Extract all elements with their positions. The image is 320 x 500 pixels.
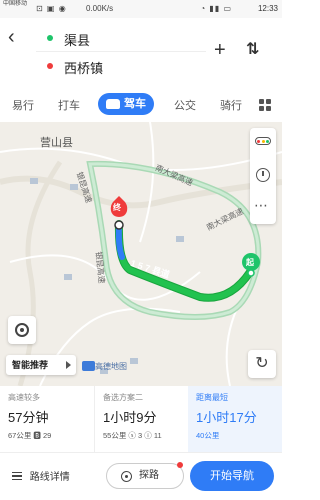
origin-field[interactable]: 渠县 [36, 24, 206, 52]
tab-drive-label: 驾车 [124, 98, 146, 110]
explore-button[interactable]: 探路 [106, 462, 184, 489]
destination-text: 西桥镇 [64, 61, 104, 76]
list-icon [12, 472, 22, 480]
clock-icon[interactable] [256, 168, 270, 182]
refresh-icon[interactable]: ↻ [248, 350, 276, 378]
signal-icons: ◔ ▮▮ ▭ [200, 4, 232, 13]
route-tag: 备选方案二 [103, 393, 143, 402]
tab-bike[interactable]: 骑行 [220, 97, 242, 113]
place-label: 营山县 [40, 137, 73, 149]
destination-dot-icon [47, 63, 53, 69]
map-canvas [0, 122, 282, 386]
end-marker: 终 [113, 203, 121, 212]
brand-logo: 高德地图 [82, 361, 127, 372]
explore-icon [121, 471, 132, 482]
swap-icon[interactable]: ⇅ [246, 42, 259, 58]
map-tools-panel: ⋯ [250, 128, 276, 224]
route-details-button[interactable]: 路线详情 [12, 468, 70, 483]
more-icon[interactable]: ⋯ [254, 198, 268, 212]
route-time: 1小时9分 [103, 410, 157, 425]
tab-drive[interactable]: 驾车 [98, 93, 154, 115]
route-option-3[interactable]: 距离最短 1小时17分 40公里 [188, 386, 282, 452]
car-icon [106, 99, 120, 109]
route-inputs: 渠县 西桥镇 [36, 24, 206, 80]
route-option-2[interactable]: 备选方案二 1小时9分 55公里 ⓢ 3 ⓘ 11 [94, 386, 188, 452]
start-navigation-button[interactable]: 开始导航 [190, 461, 274, 491]
notification-dot-icon [177, 462, 183, 468]
amap-logo-icon [82, 361, 95, 371]
bottom-bar: 路线详情 探路 开始导航 [0, 452, 282, 500]
notification-icons: ⊡ ▣ ◉ [36, 4, 67, 13]
route-header: ‹ 渠县 西桥镇 + ⇅ [0, 18, 282, 86]
route-options: 高速较多 57分钟 67公里 🅱 29 备选方案二 1小时9分 55公里 ⓢ 3… [0, 386, 282, 452]
smart-recommend-label: 智能推荐 [12, 360, 49, 370]
route-details-label: 路线详情 [29, 472, 70, 483]
play-arrow-icon [66, 361, 71, 369]
carrier-label: 中国移动 [3, 1, 28, 7]
route-meta: 55公里 ⓢ 3 ⓘ 11 [103, 431, 162, 440]
grid-icon[interactable] [259, 99, 271, 111]
destination-field[interactable]: 西桥镇 [36, 52, 206, 80]
traffic-icon[interactable] [255, 137, 271, 145]
origin-text: 渠县 [64, 33, 91, 48]
route-tag: 高速较多 [8, 393, 40, 402]
back-arrow-icon[interactable]: ‹ [8, 27, 28, 48]
network-speed: 0.00K/s [86, 4, 114, 13]
clock: 12:33 [257, 4, 278, 13]
start-marker: 起 [246, 258, 254, 267]
tab-easy[interactable]: 易行 [12, 97, 34, 113]
explore-label: 探路 [139, 470, 159, 481]
origin-dot-icon [47, 35, 53, 41]
route-time: 1小时17分 [196, 410, 257, 425]
route-time: 57分钟 [8, 410, 49, 425]
smart-recommend-button[interactable]: 智能推荐 [6, 355, 76, 375]
tab-taxi[interactable]: 打车 [58, 97, 80, 113]
plus-icon[interactable]: + [214, 40, 226, 60]
route-meta: 67公里 🅱 29 [8, 431, 52, 440]
tab-bus[interactable]: 公交 [174, 97, 196, 113]
route-meta: 40公里 [196, 431, 220, 440]
map-view[interactable]: 营山县 南大梁高速 银昆高速 银昆高速 南大梁高速 1 5 7 县道 终 起 [0, 122, 282, 386]
route-tag: 距离最短 [196, 393, 228, 402]
route-option-1[interactable]: 高速较多 57分钟 67公里 🅱 29 [0, 386, 94, 452]
locate-icon[interactable] [8, 316, 36, 344]
status-bar: 中国移动 ⊡ ▣ ◉ 0.00K/s ◔ ▮▮ ▭ 12:33 [0, 0, 282, 18]
transport-tabs: 易行 打车 驾车 公交 骑行 [0, 90, 282, 120]
